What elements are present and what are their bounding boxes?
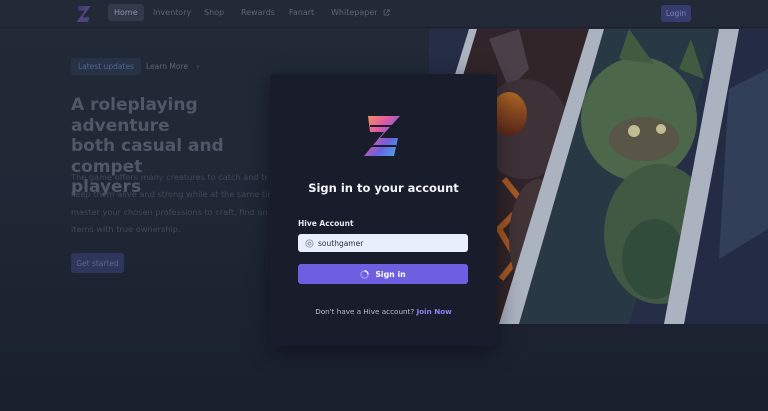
loading-spinner-icon — [360, 269, 370, 279]
signup-prompt: Don't have a Hive account? Join Now — [270, 307, 497, 316]
signup-prompt-text: Don't have a Hive account? — [315, 307, 415, 316]
hive-account-label: Hive Account — [298, 219, 354, 228]
brand-logo-icon — [364, 116, 400, 156]
signin-modal: Sign in to your account Hive Account Sig… — [270, 74, 497, 346]
modal-title: Sign in to your account — [308, 181, 459, 195]
signin-button-label: Sign in — [375, 269, 406, 279]
signin-button[interactable]: Sign in — [298, 264, 468, 284]
username-field-wrapper — [298, 234, 468, 252]
at-sign-icon — [305, 238, 314, 248]
hive-username-input[interactable] — [318, 234, 464, 252]
join-now-link[interactable]: Join Now — [417, 307, 452, 316]
